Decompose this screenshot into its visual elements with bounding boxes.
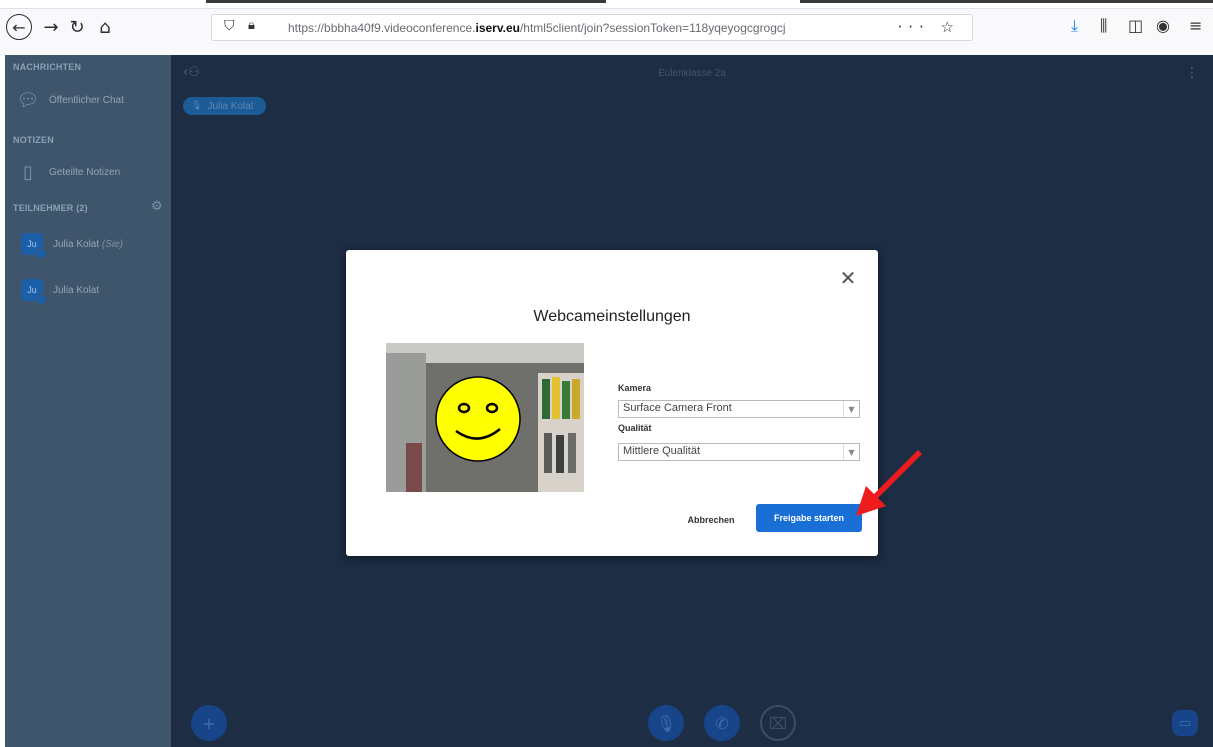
microphone-icon: 🎙︎ <box>655 713 677 733</box>
participant-self-tag: (Sie) <box>101 238 124 250</box>
avatar: Ju <box>21 279 47 305</box>
modal-title: Webcameinstellungen <box>533 308 691 325</box>
status-dot <box>36 248 47 259</box>
audio-button[interactable]: ✆ <box>704 705 740 741</box>
webcam-settings-modal: ✕ Webcameinstellungen Kamera Surface Cam… <box>346 250 878 556</box>
gear-icon[interactable]: ⚙ <box>151 199 163 214</box>
smiley-face-icon <box>435 376 521 462</box>
participants-heading: TEILNEHMER (2) <box>13 203 88 213</box>
participant-name: Julia Kolat (Sie) <box>53 239 123 250</box>
talker-name: Julia Kolat <box>207 100 254 112</box>
microphone-icon: 🎙︎ <box>191 101 203 111</box>
webcam-button[interactable]: ⌧ <box>760 705 796 741</box>
cancel-button[interactable]: Abbrechen <box>678 510 744 530</box>
notes-heading: NOTIZEN <box>13 135 54 145</box>
quality-label: Qualität <box>618 423 652 433</box>
url-prefix: https://bbbha40f9.videoconference. <box>288 21 476 35</box>
quality-select[interactable]: Mittlere Qualität ▼ <box>618 443 860 461</box>
camera-label: Kamera <box>618 383 652 393</box>
status-dot <box>36 294 47 305</box>
lock-icon[interactable]: 🔒︎ <box>248 18 255 33</box>
close-icon[interactable]: ✕ <box>837 266 859 290</box>
browser-toolbar: ← → ↻ ⌂ ⛉ 🔒︎ https://bbbha40f9.videoconf… <box>0 0 1213 55</box>
preview-object <box>406 443 422 492</box>
plus-icon: + <box>202 713 216 733</box>
chat-icon: 💬︎ <box>16 89 40 111</box>
avatar: Ju <box>21 233 47 259</box>
url-text[interactable]: https://bbbha40f9.videoconference.iserv.… <box>288 21 786 35</box>
note-icon: ▯ <box>23 161 33 183</box>
start-sharing-button[interactable]: Freigabe starten <box>756 504 862 532</box>
monitor-icon: ▭ <box>1178 715 1192 731</box>
tab-strip <box>0 0 1213 9</box>
url-domain: iserv.eu <box>475 21 520 35</box>
sidebar: NACHRICHTEN 💬︎ Öffentlicher Chat NOTIZEN… <box>5 55 171 747</box>
sidebar-item-public-chat[interactable]: 💬︎ Öffentlicher Chat <box>17 89 124 111</box>
options-icon[interactable]: ⋮ <box>1185 65 1199 81</box>
avatar-initials: Ju <box>27 239 37 249</box>
sidebar-item-label: Öffentlicher Chat <box>49 94 124 106</box>
library-icon[interactable]: ⫼ <box>1100 16 1107 36</box>
actions-button[interactable]: + <box>191 705 227 741</box>
sidebar-item-shared-notes[interactable]: ▯ Geteilte Notizen <box>17 161 120 183</box>
participant-item[interactable]: Ju Julia Kolat <box>21 279 100 305</box>
forward-icon[interactable]: → <box>38 14 64 40</box>
back-icon[interactable]: ← <box>6 14 32 40</box>
red-arrow-icon <box>856 450 922 516</box>
download-icon[interactable]: ⤓ <box>1071 16 1078 36</box>
talking-indicator: 🎙︎ Julia Kolat <box>183 97 266 115</box>
participant-name-text: Julia Kolat <box>53 238 100 250</box>
webcam-preview <box>386 343 584 492</box>
chevron-down-icon: ▼ <box>843 401 859 417</box>
home-icon[interactable]: ⌂ <box>92 14 118 40</box>
tab-indicator <box>206 0 606 3</box>
url-suffix: /html5client/join?sessionToken=118yqeyog… <box>519 21 786 35</box>
phone-icon: ✆ <box>715 713 729 733</box>
menu-icon[interactable]: ≡ <box>1189 16 1202 35</box>
participant-name: Julia Kolat <box>53 284 100 296</box>
messages-heading: NACHRICHTEN <box>13 62 82 72</box>
quality-select-value: Mittlere Qualität <box>623 445 701 457</box>
camera-off-icon: ⌧ <box>768 713 788 733</box>
meeting-title: Eulenklasse 2a <box>658 68 726 79</box>
participant-item[interactable]: Ju Julia Kolat (Sie) <box>21 233 123 259</box>
shield-icon[interactable]: ⛉ <box>224 18 235 34</box>
microphone-button[interactable]: 🎙︎ <box>648 705 684 741</box>
sidebar-icon[interactable]: ◫ <box>1128 16 1143 35</box>
camera-select[interactable]: Surface Camera Front ▼ <box>618 400 860 418</box>
preview-shelf <box>538 373 584 492</box>
tab-indicator <box>800 0 1213 3</box>
reload-icon[interactable]: ↻ <box>64 14 90 40</box>
account-icon[interactable]: ◉ <box>1156 16 1170 35</box>
presentation-button[interactable]: ▭ <box>1172 710 1198 736</box>
avatar-initials: Ju <box>27 285 37 295</box>
sidebar-item-label: Geteilte Notizen <box>49 166 121 178</box>
url-bar[interactable]: ⛉ 🔒︎ https://bbbha40f9.videoconference.i… <box>211 14 973 41</box>
page-actions-icon[interactable]: ··· ☆ <box>897 18 960 36</box>
camera-select-value: Surface Camera Front <box>623 402 732 414</box>
